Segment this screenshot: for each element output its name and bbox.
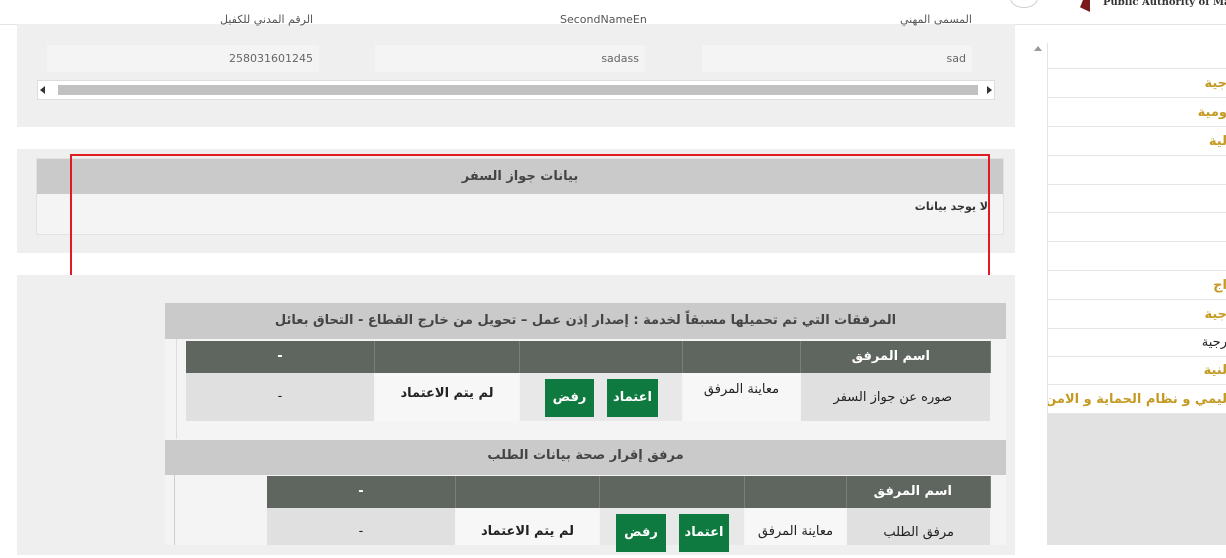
preview-attachment-link[interactable]: معاينة المرفق <box>683 373 801 421</box>
job-title-value: sad <box>702 45 972 72</box>
sidebar-empty-area <box>1047 414 1226 545</box>
sidebar-item[interactable]: ومية <box>1048 98 1226 127</box>
attachment-name: مرفق الطلب <box>847 508 991 545</box>
sidebar-item[interactable] <box>1048 213 1226 242</box>
previous-data-panel <box>17 24 1015 127</box>
sidebar-item[interactable]: اج <box>1048 271 1226 300</box>
horizontal-scrollbar[interactable] <box>37 80 995 100</box>
sidebar-item[interactable] <box>1048 242 1226 271</box>
row-dash-cell: - <box>186 373 375 421</box>
reject-button[interactable]: رفض <box>545 379 594 417</box>
preview-attachment-link[interactable]: معاينة المرفق <box>745 508 847 545</box>
table-header-attachment-name: اسم المرفق <box>801 341 991 373</box>
job-title-label: المسمى المهني <box>900 13 972 26</box>
scrollbar-thumb[interactable] <box>58 85 978 95</box>
approval-status: لم يتم الاعتماد <box>375 373 520 421</box>
declaration-title: مرفق إقرار صحة بيانات الطلب <box>165 440 1006 475</box>
approval-status: لم يتم الاعتماد <box>456 508 600 545</box>
table-header-empty <box>745 476 847 508</box>
sidebar-item[interactable]: لنية <box>1048 357 1226 385</box>
table-header-empty <box>456 476 600 508</box>
second-name-label: SecondNameEn <box>560 13 647 26</box>
scroll-up-arrow-icon[interactable] <box>1034 46 1042 51</box>
sidebar-item[interactable]: لية <box>1048 127 1226 156</box>
sidebar-item[interactable]: جية <box>1048 69 1226 98</box>
sidebar-item[interactable] <box>1048 185 1226 213</box>
table-header-empty <box>683 341 801 373</box>
scroll-right-arrow-icon[interactable] <box>987 86 992 94</box>
approve-button[interactable]: اعتماد <box>607 379 658 417</box>
reject-button[interactable]: رفض <box>616 514 666 552</box>
sidebar-item[interactable]: ليمي و نظام الحماية و الامن <box>1048 385 1226 414</box>
sponsor-civil-number-label: الرقم المدني للكفيل <box>220 13 314 26</box>
table-header-dash: - <box>267 476 456 508</box>
sidebar-item[interactable] <box>1048 156 1226 185</box>
scroll-left-arrow-icon[interactable] <box>40 86 45 94</box>
row-dash-cell: - <box>267 508 456 545</box>
table-header-empty <box>375 341 520 373</box>
table-header-empty <box>600 476 745 508</box>
attachments-title: المرفقات التي تم تحميلها مسبقاً لخدمة : … <box>165 303 1006 339</box>
table-header-dash: - <box>186 341 375 373</box>
authority-name: Public Authority of Manpo <box>1103 0 1226 8</box>
sponsor-civil-number-value: 258031601245 <box>47 45 319 72</box>
sidebar-item[interactable]: جية <box>1048 300 1226 329</box>
table-header-empty <box>520 341 683 373</box>
attachment-name: صوره عن جواز السفر <box>801 373 991 421</box>
second-name-value: sadass <box>375 45 645 72</box>
highlight-box <box>70 154 990 285</box>
approve-button[interactable]: اعتماد <box>679 514 729 552</box>
table-header-attachment-name: اسم المرفق <box>847 476 991 508</box>
sidebar-item-active[interactable]: رجية <box>1048 329 1226 357</box>
sidebar-item[interactable] <box>1048 43 1226 69</box>
